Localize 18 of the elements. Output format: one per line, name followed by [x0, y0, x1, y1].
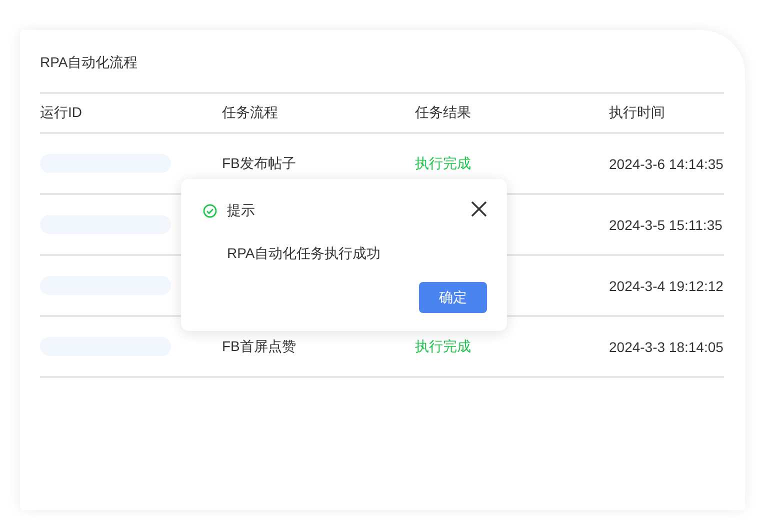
- table-cell: 执行完成: [415, 338, 471, 354]
- column-header: 任务结果: [415, 104, 472, 122]
- table-cell: FB首屏点赞: [222, 338, 296, 354]
- close-icon[interactable]: [471, 201, 487, 217]
- success-icon: [203, 204, 217, 218]
- column-header: 执行时间: [609, 104, 666, 122]
- confirm-button[interactable]: 确定: [419, 282, 487, 313]
- dialog-title: 提示: [227, 202, 256, 220]
- table-cell: FB发布帖子: [222, 154, 296, 170]
- table-cell: 2024-3-4 19:12:12: [609, 278, 724, 294]
- dialog-message: RPA自动化任务执行成功: [227, 244, 382, 263]
- table-cell: 2024-3-6 14:14:35: [609, 156, 724, 172]
- column-header: 任务流程: [222, 104, 279, 122]
- column-header: 运行ID: [40, 104, 83, 122]
- card-title: RPA自动化流程: [40, 53, 139, 72]
- table-cell: 2024-3-3 18:14:05: [609, 338, 724, 354]
- table-cell: 执行完成: [415, 154, 471, 170]
- table-cell: 2024-3-5 15:11:35: [609, 216, 722, 232]
